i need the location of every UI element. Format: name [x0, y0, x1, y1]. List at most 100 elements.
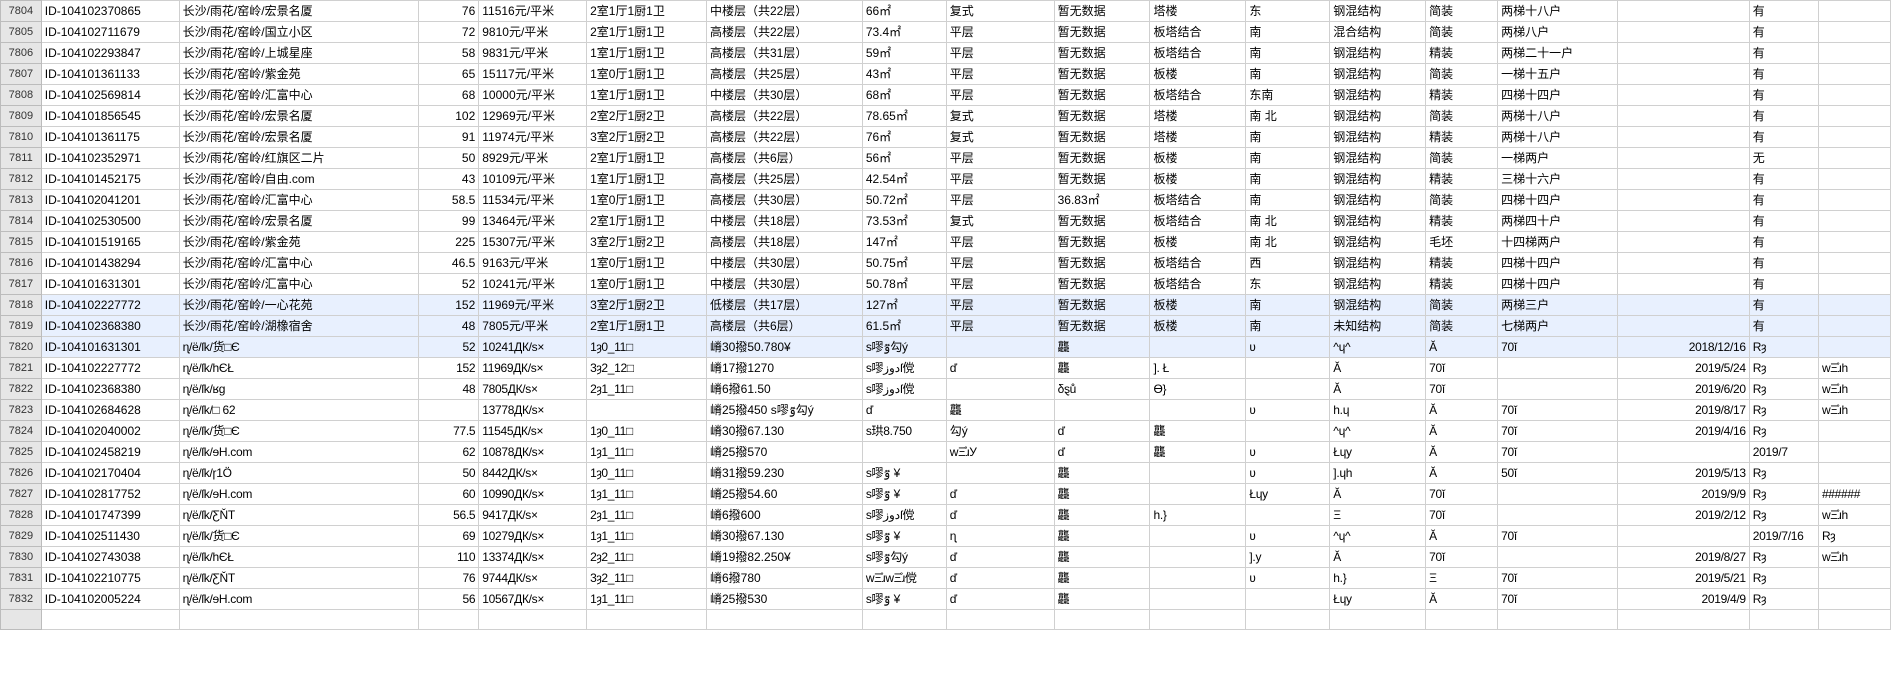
cell[interactable]: wΞ̊ɹh: [1818, 358, 1890, 379]
cell[interactable]: [1617, 43, 1749, 64]
cell[interactable]: [1617, 190, 1749, 211]
cell[interactable]: 勾ý: [946, 421, 1054, 442]
cell[interactable]: 长沙/雨花/窑岭/宏景名厦: [179, 106, 419, 127]
cell[interactable]: 板楼: [1150, 232, 1246, 253]
cell[interactable]: 46.5: [419, 253, 479, 274]
cell[interactable]: 76㎡: [862, 127, 946, 148]
cell[interactable]: 2019/2/12: [1617, 505, 1749, 526]
cell[interactable]: 7805元/平米: [479, 316, 587, 337]
cell[interactable]: ɳ/ё/ſk/hЄŁ: [179, 358, 419, 379]
cell[interactable]: 简装: [1426, 316, 1498, 337]
cell[interactable]: [1617, 127, 1749, 148]
table-row[interactable]: 7828ID-104101747399ɳ/ё/ſk/ƸŇT56.59417ДК/…: [1, 505, 1891, 526]
cell[interactable]: 152: [419, 295, 479, 316]
cell[interactable]: 有: [1749, 316, 1818, 337]
cell[interactable]: 南 北: [1246, 232, 1330, 253]
cell[interactable]: 61.5㎡: [862, 316, 946, 337]
cell[interactable]: 58: [419, 43, 479, 64]
cell[interactable]: [1818, 316, 1890, 337]
cell[interactable]: [1617, 1, 1749, 22]
cell[interactable]: ID-104102684628: [41, 400, 179, 421]
cell[interactable]: 板塔结合: [1150, 190, 1246, 211]
cell[interactable]: ɳ/ё/ſk/货□Є: [179, 526, 419, 547]
cell[interactable]: 10279ДК/s×: [479, 526, 587, 547]
cell[interactable]: ɳ/ё/ſk/ƸŇT: [179, 505, 419, 526]
cell[interactable]: 南: [1246, 127, 1330, 148]
cell[interactable]: ʋ: [1246, 463, 1330, 484]
cell[interactable]: Ă: [1330, 484, 1426, 505]
cell[interactable]: s嘐ٷ ¥: [862, 463, 946, 484]
cell[interactable]: s嘐دوزſ傥: [862, 358, 946, 379]
cell[interactable]: ɳ/ё/ſk/hЄŁ: [179, 547, 419, 568]
table-row[interactable]: 7831ID-104102210775ɳ/ё/ſk/ƸŇT769744ДК/s×…: [1, 568, 1891, 589]
cell[interactable]: 高楼层（共30层）: [706, 190, 862, 211]
cell[interactable]: 2019/7: [1749, 442, 1818, 463]
cell[interactable]: 钢混结构: [1330, 253, 1426, 274]
cell[interactable]: 高楼层（共25层）: [706, 169, 862, 190]
cell[interactable]: 简装: [1426, 148, 1498, 169]
spreadsheet-grid[interactable]: 7804ID-104102370865长沙/雨花/窑岭/宏景名厦7611516元…: [0, 0, 1891, 630]
cell[interactable]: [1818, 148, 1890, 169]
table-row[interactable]: 7825ID-104102458219ɳ/ё/ſk/ɘH.com6210878Д…: [1, 442, 1891, 463]
cell[interactable]: 精装: [1426, 169, 1498, 190]
cell[interactable]: 嵴30撥50.780¥: [706, 337, 862, 358]
cell[interactable]: 长沙/雨花/窑岭/国立小区: [179, 22, 419, 43]
cell[interactable]: 嵴30撥67.130: [706, 421, 862, 442]
cell[interactable]: 三梯十六户: [1498, 169, 1618, 190]
table-row[interactable]: 7823ID-104102684628ɳ/ё/ſk/□ 6213778ДК/s×…: [1, 400, 1891, 421]
cell[interactable]: 暂无数据: [1054, 253, 1150, 274]
cell[interactable]: 2室1厅1厨1卫: [587, 148, 707, 169]
cell[interactable]: wΞ̊ɹh: [1818, 547, 1890, 568]
cell[interactable]: 暂无数据: [1054, 274, 1150, 295]
cell[interactable]: s嘐دوزſ傥: [862, 379, 946, 400]
cell[interactable]: 一梯两户: [1498, 148, 1618, 169]
table-row[interactable]: 7820ID-104101631301ɳ/ё/ſk/货□Є5210241ДК/s…: [1, 337, 1891, 358]
cell[interactable]: Łɥy: [1246, 484, 1330, 505]
cell[interactable]: 76: [419, 568, 479, 589]
cell[interactable]: ID-104102711679: [41, 22, 179, 43]
cell[interactable]: 龘: [1054, 547, 1150, 568]
cell[interactable]: 塔楼: [1150, 106, 1246, 127]
cell[interactable]: 十四梯两户: [1498, 232, 1618, 253]
cell[interactable]: 平层: [946, 64, 1054, 85]
row-header[interactable]: 7820: [1, 337, 42, 358]
cell[interactable]: [1150, 526, 1246, 547]
cell[interactable]: 七梯两户: [1498, 316, 1618, 337]
cell[interactable]: 78.65㎡: [862, 106, 946, 127]
cell[interactable]: Rȝ: [1818, 526, 1890, 547]
cell[interactable]: ID-104102227772: [41, 295, 179, 316]
cell[interactable]: ID-104101452175: [41, 169, 179, 190]
cell[interactable]: 2室1厅1厨1卫: [587, 22, 707, 43]
cell[interactable]: ď: [1054, 442, 1150, 463]
cell[interactable]: 1ȝ0_11□: [587, 463, 707, 484]
cell[interactable]: 暂无数据: [1054, 211, 1150, 232]
cell[interactable]: 2019/5/24: [1617, 358, 1749, 379]
cell[interactable]: 暂无数据: [1054, 64, 1150, 85]
cell[interactable]: [1818, 589, 1890, 610]
cell[interactable]: ID-104102041201: [41, 190, 179, 211]
row-header[interactable]: 7816: [1, 253, 42, 274]
cell[interactable]: 50: [419, 463, 479, 484]
cell[interactable]: 暂无数据: [1054, 148, 1150, 169]
cell[interactable]: ID-104102743038: [41, 547, 179, 568]
cell[interactable]: [1054, 400, 1150, 421]
cell[interactable]: 龘: [1054, 589, 1150, 610]
cell[interactable]: wΞ̊ɹh: [1818, 400, 1890, 421]
cell[interactable]: wΞ̊ɹh: [1818, 379, 1890, 400]
cell[interactable]: 板塔结合: [1150, 211, 1246, 232]
cell[interactable]: [1150, 463, 1246, 484]
cell[interactable]: 平层: [946, 316, 1054, 337]
table-row[interactable]: 7814ID-104102530500长沙/雨花/窑岭/宏景名厦9913464元…: [1, 211, 1891, 232]
cell[interactable]: ID-104102370865: [41, 1, 179, 22]
cell[interactable]: [1498, 358, 1618, 379]
table-row[interactable]: 7827ID-104102817752ɳ/ё/ſk/ɘH.com6010990Д…: [1, 484, 1891, 505]
cell[interactable]: 60: [419, 484, 479, 505]
cell[interactable]: 龘: [1054, 337, 1150, 358]
cell[interactable]: 1ȝ1_11□: [587, 484, 707, 505]
cell[interactable]: Ă: [1426, 337, 1498, 358]
cell[interactable]: 有: [1749, 211, 1818, 232]
cell[interactable]: s嘐دوزſ傥: [862, 505, 946, 526]
cell[interactable]: Ă: [1426, 421, 1498, 442]
cell[interactable]: 板塔结合: [1150, 274, 1246, 295]
cell[interactable]: 70ĭ: [1426, 505, 1498, 526]
